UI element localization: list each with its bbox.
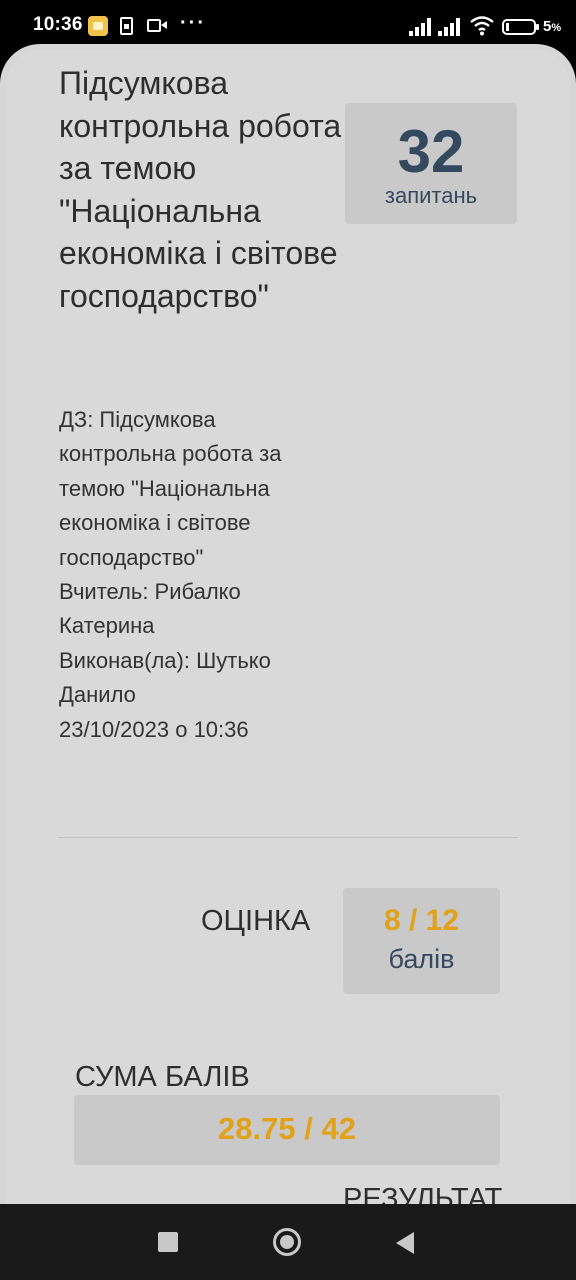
signal-icon: [438, 18, 462, 36]
questions-count-box: 32 запитань: [345, 103, 517, 224]
grade-box: 8 / 12 балів: [343, 888, 500, 994]
divider: [59, 837, 517, 838]
battery-icon: [502, 19, 539, 35]
signal-icon: [409, 18, 433, 36]
homework-line: ДЗ: Підсумкова контрольна робота за темо…: [59, 407, 282, 570]
navigation-bar: [0, 1204, 576, 1280]
notification-app-icon: [88, 16, 108, 36]
battery-percent: 5%: [543, 18, 562, 35]
recents-square-icon[interactable]: [158, 1232, 178, 1252]
home-circle-icon[interactable]: [273, 1228, 301, 1256]
sum-box: 28.75 / 42: [74, 1095, 500, 1165]
sum-label: СУМА БАЛІВ: [75, 1061, 250, 1093]
quiz-details: ДЗ: Підсумкова контрольна робота за темо…: [59, 403, 319, 747]
questions-label: запитань: [384, 183, 478, 208]
questions-count: 32: [397, 118, 465, 185]
wifi-icon: [470, 16, 494, 36]
more-dots-icon: ···: [180, 12, 206, 34]
sim-card-icon: [120, 17, 133, 35]
back-triangle-icon[interactable]: [396, 1232, 414, 1254]
quiz-title: Підсумкова контрольна робота за темою "Н…: [59, 65, 342, 314]
grade-unit: балів: [388, 944, 455, 974]
grade-label: ОЦІНКА: [201, 905, 311, 937]
sum-value: 28.75 / 42: [218, 1111, 356, 1146]
grade-value: 8 / 12: [383, 904, 460, 937]
date-line: 23/10/2023 о 10:36: [59, 716, 249, 742]
video-camera-icon: [147, 19, 167, 32]
student-line: Виконав(ла): Шутько Данило: [59, 647, 271, 708]
teacher-line: Вчитель: Рибалко Катерина: [59, 579, 241, 639]
status-time: 10:36: [33, 14, 83, 35]
